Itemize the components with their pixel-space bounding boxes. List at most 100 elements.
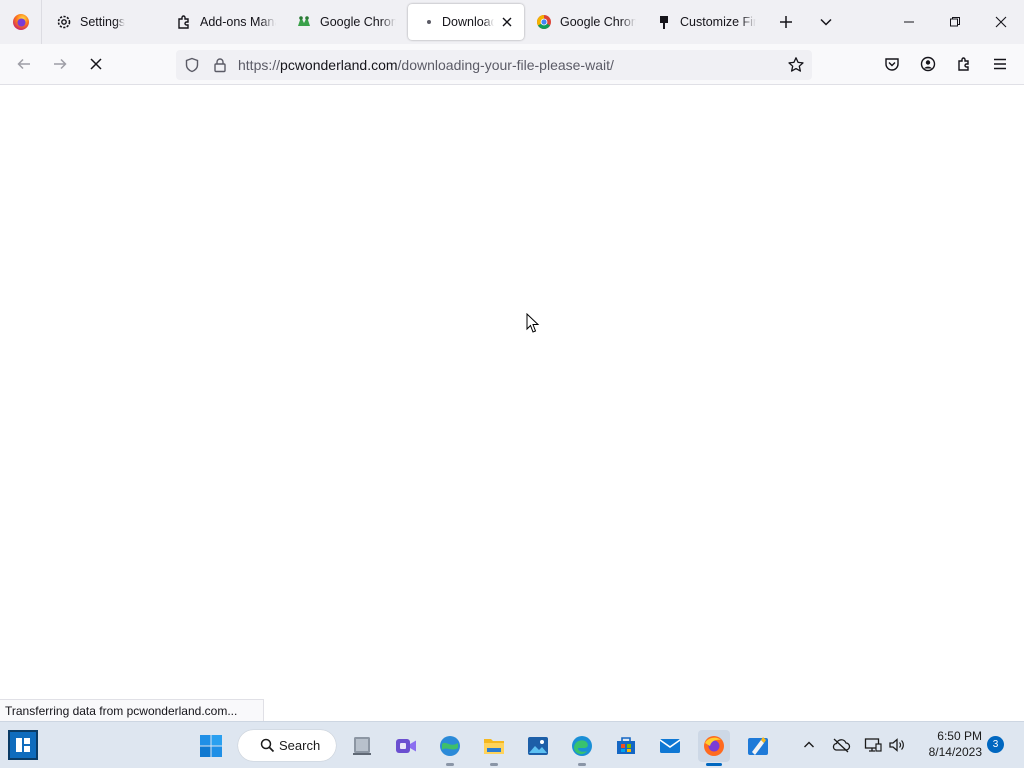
network-status[interactable]	[862, 734, 884, 756]
tab-label: Customize Firefox	[680, 15, 756, 29]
clock-date: 8/14/2023	[928, 745, 982, 759]
running-indicator	[446, 763, 454, 766]
tab-label: Google Chrome	[320, 15, 396, 29]
chevron-down-icon	[820, 18, 832, 26]
back-button[interactable]	[10, 50, 38, 78]
windows-logo-icon	[200, 735, 222, 757]
shield-icon[interactable]	[184, 57, 200, 78]
stop-button[interactable]	[82, 50, 110, 78]
pocket-button[interactable]	[878, 50, 906, 78]
search-label: Search	[279, 738, 321, 753]
puzzle-icon	[958, 57, 969, 71]
plus-icon	[780, 16, 792, 28]
tab-strip: Settings Add-ons Manager Google Chrome D…	[0, 0, 1024, 44]
account-button[interactable]	[914, 50, 942, 78]
store-button[interactable]	[610, 730, 642, 762]
start-button[interactable]	[195, 730, 227, 762]
notification-badge[interactable]: 3	[987, 736, 1004, 753]
globe-app-icon	[440, 736, 460, 756]
tab-downloading[interactable]: Downloading	[408, 4, 524, 40]
extensions-button[interactable]	[950, 50, 978, 78]
url-host: pcwonderland.com	[280, 57, 398, 73]
tab-settings[interactable]: Settings	[46, 4, 166, 40]
photos-icon	[528, 737, 548, 755]
edge-icon	[572, 736, 592, 756]
arrow-right-icon	[54, 58, 67, 70]
firefox-view-button[interactable]	[0, 0, 42, 44]
firefox-taskbar-button[interactable]	[698, 730, 730, 766]
onedrive-status[interactable]	[830, 734, 852, 756]
clock-time: 6:50 PM	[937, 729, 982, 743]
taskbar: Search 6:50 PM 8/14/2023 3	[0, 721, 1024, 768]
page-content[interactable]	[0, 85, 1024, 721]
teams-chat-button[interactable]	[390, 730, 422, 762]
arrow-left-icon	[17, 58, 30, 70]
address-bar[interactable]: https://pcwonderland.com/downloading-you…	[176, 50, 812, 80]
tab-customize-firefox[interactable]: Customize Firefox	[646, 4, 766, 40]
speaker-icon	[889, 738, 904, 752]
account-icon	[920, 56, 936, 72]
firefox-icon	[704, 736, 724, 756]
tab-label: Downloading	[442, 15, 494, 29]
list-all-tabs-button[interactable]	[814, 10, 838, 34]
minimize-icon	[904, 21, 914, 23]
taskbar-search[interactable]: Search	[238, 730, 336, 761]
minimize-button[interactable]	[886, 0, 932, 44]
firefox-icon	[12, 14, 29, 30]
url-path: /downloading-your-file-please-wait/	[397, 57, 614, 73]
task-view-button[interactable]	[346, 730, 378, 762]
search-icon	[260, 738, 275, 756]
pocket-icon	[885, 58, 899, 71]
puzzle-icon	[176, 14, 192, 30]
taskbar-app-globe[interactable]	[434, 730, 466, 766]
tab-label: Google Chrome	[560, 15, 636, 29]
cloud-offline-icon	[832, 738, 851, 753]
tab-label: Settings	[80, 15, 126, 29]
show-hidden-icons-button[interactable]	[798, 734, 820, 756]
task-view-icon	[353, 737, 371, 755]
frog-icon	[296, 14, 312, 30]
bookmark-star-icon[interactable]	[787, 56, 805, 79]
system-clock[interactable]: 6:50 PM 8/14/2023	[912, 728, 982, 760]
mouse-cursor-icon	[526, 312, 540, 339]
close-tab-icon[interactable]	[500, 15, 514, 29]
video-chat-icon	[396, 739, 416, 753]
close-icon	[995, 16, 1007, 28]
close-window-button[interactable]	[978, 0, 1024, 44]
lock-icon[interactable]	[212, 57, 228, 78]
pin-icon	[656, 14, 672, 30]
status-panel: Transferring data from pcwonderland.com.…	[0, 699, 264, 721]
running-indicator	[706, 763, 722, 766]
file-explorer-button[interactable]	[478, 730, 510, 766]
mail-icon	[659, 739, 681, 753]
folder-icon	[484, 739, 504, 754]
tab-google-chrome-1[interactable]: Google Chrome	[286, 4, 406, 40]
hamburger-menu-icon	[994, 58, 1006, 70]
url-text[interactable]: https://pcwonderland.com/downloading-you…	[238, 57, 614, 73]
chrome-icon	[536, 14, 552, 30]
widgets-icon[interactable]	[8, 730, 38, 760]
restore-button[interactable]	[932, 0, 978, 44]
tab-google-chrome-2[interactable]: Google Chrome	[526, 4, 646, 40]
photos-button[interactable]	[522, 730, 554, 762]
volume-control[interactable]	[886, 734, 908, 756]
screen: Settings Add-ons Manager Google Chrome D…	[0, 0, 1024, 768]
tab-label: Add-ons Manager	[200, 15, 276, 29]
stop-icon	[90, 58, 102, 70]
running-indicator	[490, 763, 498, 766]
forward-button[interactable]	[46, 50, 74, 78]
app-menu-button[interactable]	[986, 50, 1014, 78]
new-tab-button[interactable]	[774, 10, 798, 34]
running-indicator	[578, 763, 586, 766]
url-scheme: https://	[238, 57, 281, 73]
paint-button[interactable]	[742, 730, 774, 762]
restore-icon	[950, 17, 960, 27]
mail-button[interactable]	[654, 730, 686, 762]
network-icon	[864, 738, 882, 752]
tab-addons-manager[interactable]: Add-ons Manager	[166, 4, 286, 40]
navigation-toolbar: https://pcwonderland.com/downloading-you…	[0, 44, 1024, 85]
store-icon	[617, 737, 635, 754]
paint-icon	[748, 737, 768, 755]
edge-button[interactable]	[566, 730, 598, 766]
gear-icon	[56, 14, 72, 30]
